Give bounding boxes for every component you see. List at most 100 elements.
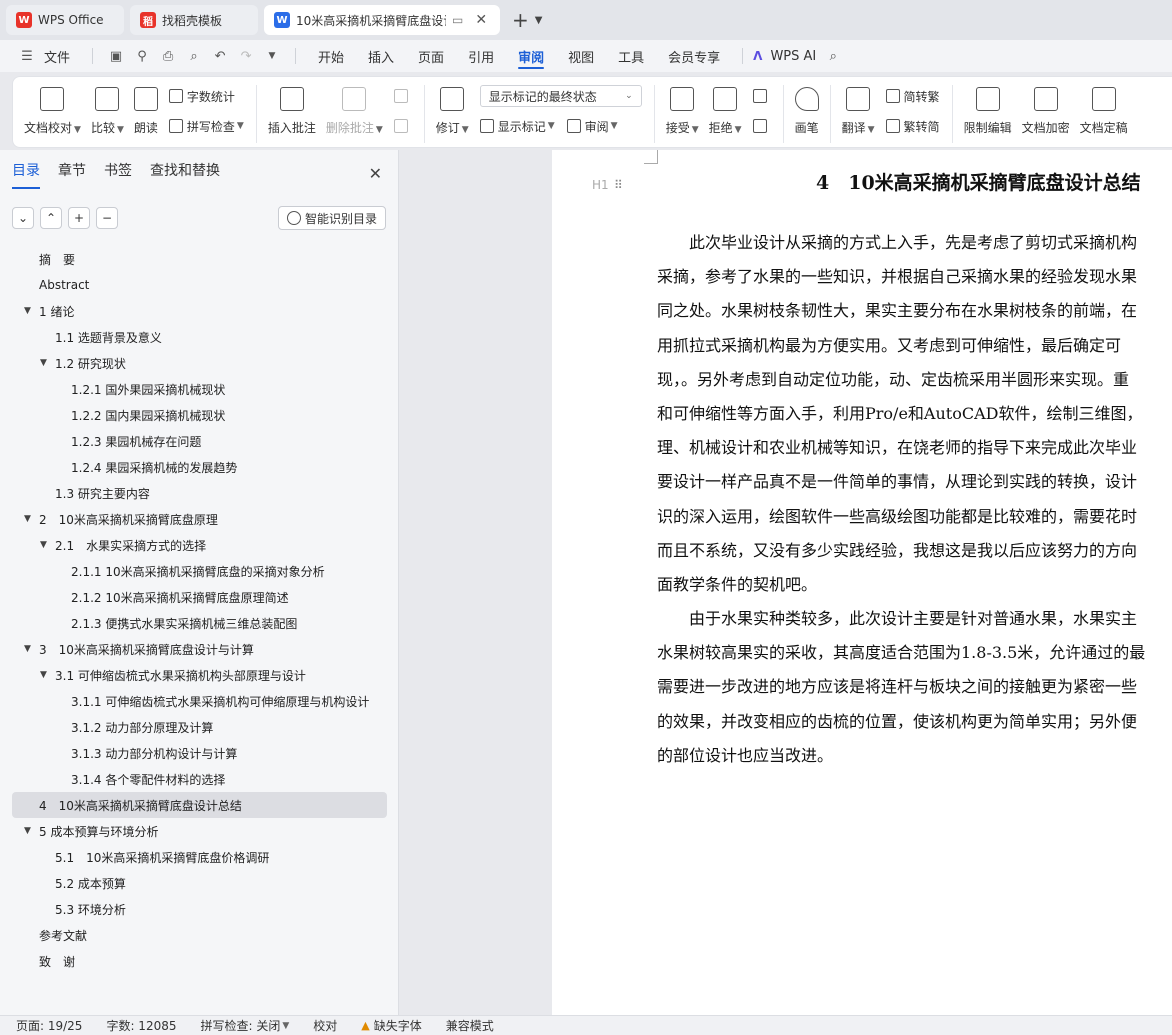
toc-item[interactable]: 2.1.3 便携式水果实采摘机械三维总装配图 <box>12 610 387 636</box>
menu-home[interactable]: 开始 <box>306 40 356 72</box>
compare-button[interactable]: 比较 ▼ <box>86 85 129 136</box>
expand-arrow-icon[interactable]: ▼ <box>40 670 47 680</box>
close-icon[interactable]: ✕ <box>475 12 487 28</box>
menu-file[interactable]: 文件 <box>40 40 82 72</box>
review-pane-button[interactable]: 审阅 ▼ <box>566 115 618 137</box>
toc-item[interactable]: ▼ 2 10米高采摘机采摘臂底盘原理 <box>12 506 387 532</box>
accept-button[interactable]: 接受 ▼ <box>661 85 704 136</box>
expand-arrow-icon[interactable]: ▼ <box>24 644 31 654</box>
toc-item[interactable]: 1.2.3 果园机械存在问题 <box>12 428 387 454</box>
pen-button[interactable]: 画笔 <box>790 85 824 136</box>
chevron-down-icon[interactable]: ⌄ <box>12 207 34 229</box>
show-markup-button[interactable]: 显示标记 ▼ <box>479 115 555 137</box>
tab-wps-office[interactable]: W WPS Office <box>6 5 124 35</box>
spell-check-status[interactable]: 拼写检查: 关闭 ▼ <box>201 1017 290 1034</box>
toc-item[interactable]: 摘 要 <box>12 246 387 272</box>
insert-comment-button[interactable]: 插入批注 <box>263 85 321 136</box>
toc-item[interactable]: 1.2.1 国外果园采摘机械现状 <box>12 376 387 402</box>
toc-item[interactable]: ▼ 1.2 研究现状 <box>12 350 387 376</box>
toc-item[interactable]: 5.2 成本预算 <box>12 870 387 896</box>
search-icon[interactable]: ⌕ <box>822 45 844 67</box>
close-icon[interactable]: ✕ <box>369 164 382 183</box>
expand-arrow-icon[interactable]: ▼ <box>24 826 31 836</box>
save-icon[interactable]: ▣ <box>105 45 127 67</box>
reject-button[interactable]: 拒绝 ▼ <box>704 85 747 136</box>
word-count-indicator[interactable]: 字数: 12085 <box>106 1017 176 1034</box>
toc-item[interactable]: ▼ 2.1 水果实采摘方式的选择 <box>12 532 387 558</box>
next-change-button[interactable] <box>752 115 771 137</box>
tab-toc[interactable]: 目录 <box>12 160 40 189</box>
menu-member[interactable]: 会员专享 <box>656 40 732 72</box>
proofread-button[interactable]: 文档校对 ▼ <box>19 85 86 136</box>
finalize-document-button[interactable]: 文档定稿 <box>1075 85 1133 136</box>
next-comment-button[interactable] <box>393 115 412 137</box>
expand-arrow-icon[interactable]: ▼ <box>24 514 31 524</box>
menu-insert[interactable]: 插入 <box>356 40 406 72</box>
translate-button[interactable]: 翻译 ▼ <box>837 85 880 136</box>
toc-item[interactable]: 1.2.2 国内果园采摘机械现状 <box>12 402 387 428</box>
chevron-down-icon[interactable]: ▼ <box>535 15 543 26</box>
toc-item[interactable]: 3.1.4 各个零配件材料的选择 <box>12 766 387 792</box>
read-aloud-button[interactable]: 朗读 <box>129 85 163 136</box>
heading-level-icon[interactable]: H1 <box>592 178 609 192</box>
toc-item[interactable]: 参考文献 <box>12 922 387 948</box>
spell-check-button[interactable]: 拼写检查 ▼ <box>168 115 244 137</box>
toc-item[interactable]: 3.1.3 动力部分机构设计与计算 <box>12 740 387 766</box>
menu-tools[interactable]: 工具 <box>606 40 656 72</box>
redo-icon[interactable]: ↷ <box>235 45 257 67</box>
simp-to-trad-button[interactable]: 简转繁 <box>885 85 940 107</box>
toc-item[interactable]: 2.1.1 10米高采摘机采摘臂底盘的采摘对象分析 <box>12 558 387 584</box>
smart-toc-button[interactable]: 智能识别目录 <box>277 206 386 230</box>
toc-item[interactable]: ▼ 1 绪论 <box>12 298 387 324</box>
chevron-up-icon[interactable]: ⌃ <box>40 207 62 229</box>
toc-item[interactable]: 5.3 环境分析 <box>12 896 387 922</box>
screen-icon[interactable]: ▭ <box>452 13 463 27</box>
expand-arrow-icon[interactable]: ▼ <box>40 358 47 368</box>
drag-handle-icon[interactable]: ⠿ <box>614 178 623 192</box>
undo-icon[interactable]: ↶ <box>209 45 231 67</box>
tab-current-document[interactable]: W 10米高采摘机采摘臂底盘设计 ▭ ✕ <box>264 5 500 35</box>
previous-change-button[interactable] <box>752 85 771 107</box>
chevron-down-icon[interactable]: ▼ <box>261 45 283 67</box>
tab-bookmarks[interactable]: 书签 <box>104 160 132 186</box>
toc-item[interactable]: 1.1 选题背景及意义 <box>12 324 387 350</box>
toc-item[interactable]: 3.1.2 动力部分原理及计算 <box>12 714 387 740</box>
toc-item[interactable]: 4 10米高采摘机采摘臂底盘设计总结 <box>12 792 387 818</box>
add-icon[interactable]: + <box>68 207 90 229</box>
document-workspace[interactable]: H1 ⠿ 4 10米高采摘机采摘臂底盘设计总结 此次毕业设计从采摘的方式上入手，… <box>400 150 1172 1015</box>
menu-references[interactable]: 引用 <box>456 40 506 72</box>
previous-comment-button[interactable] <box>393 85 412 107</box>
proofread-status[interactable]: 校对 <box>313 1017 337 1034</box>
delete-comment-button[interactable]: 删除批注 ▼ <box>321 85 388 136</box>
menu-page[interactable]: 页面 <box>406 40 456 72</box>
encrypt-document-button[interactable]: 文档加密 <box>1017 85 1075 136</box>
link-icon[interactable]: ⚲ <box>131 45 153 67</box>
expand-arrow-icon[interactable]: ▼ <box>40 540 47 550</box>
toc-item[interactable]: Abstract <box>12 272 387 298</box>
minus-icon[interactable]: − <box>96 207 118 229</box>
hamburger-icon[interactable]: ☰ <box>16 45 38 67</box>
expand-arrow-icon[interactable]: ▼ <box>24 306 31 316</box>
menu-wps-ai[interactable]: WPS AI <box>766 40 820 72</box>
toc-item[interactable]: 3.1.1 可伸缩齿梳式水果采摘机构可伸缩原理与机构设计 <box>12 688 387 714</box>
tab-sections[interactable]: 章节 <box>58 160 86 186</box>
document-page[interactable]: H1 ⠿ 4 10米高采摘机采摘臂底盘设计总结 此次毕业设计从采摘的方式上入手，… <box>552 150 1172 1015</box>
toc-item[interactable]: ▼ 3 10米高采摘机采摘臂底盘设计与计算 <box>12 636 387 662</box>
trad-to-simp-button[interactable]: 繁转简 <box>885 115 940 137</box>
restrict-editing-button[interactable]: 限制编辑 <box>959 85 1017 136</box>
missing-font-status[interactable]: ▲ 缺失字体 <box>361 1017 421 1034</box>
toc-item[interactable]: 5.1 10米高采摘机采摘臂底盘价格调研 <box>12 844 387 870</box>
word-count-button[interactable]: 字数统计 <box>168 85 244 107</box>
tab-find-replace[interactable]: 查找和替换 <box>150 160 220 186</box>
toc-item[interactable]: 2.1.2 10米高采摘机采摘臂底盘原理简述 <box>12 584 387 610</box>
toc-item[interactable]: 1.2.4 果园采摘机械的发展趋势 <box>12 454 387 480</box>
toc-item[interactable]: 致 谢 <box>12 948 387 974</box>
toc-item[interactable]: ▼ 5 成本预算与环境分析 <box>12 818 387 844</box>
new-tab-icon[interactable]: + <box>512 8 529 32</box>
toc-item[interactable]: ▼ 3.1 可伸缩齿梳式水果采摘机构头部原理与设计 <box>12 662 387 688</box>
print-preview-icon[interactable]: ⌕ <box>183 45 205 67</box>
toc-item[interactable]: 1.3 研究主要内容 <box>12 480 387 506</box>
markup-state-select[interactable]: 显示标记的最终状态 ⌄ <box>479 85 642 107</box>
menu-view[interactable]: 视图 <box>556 40 606 72</box>
page-indicator[interactable]: 页面: 19/25 <box>16 1017 82 1034</box>
